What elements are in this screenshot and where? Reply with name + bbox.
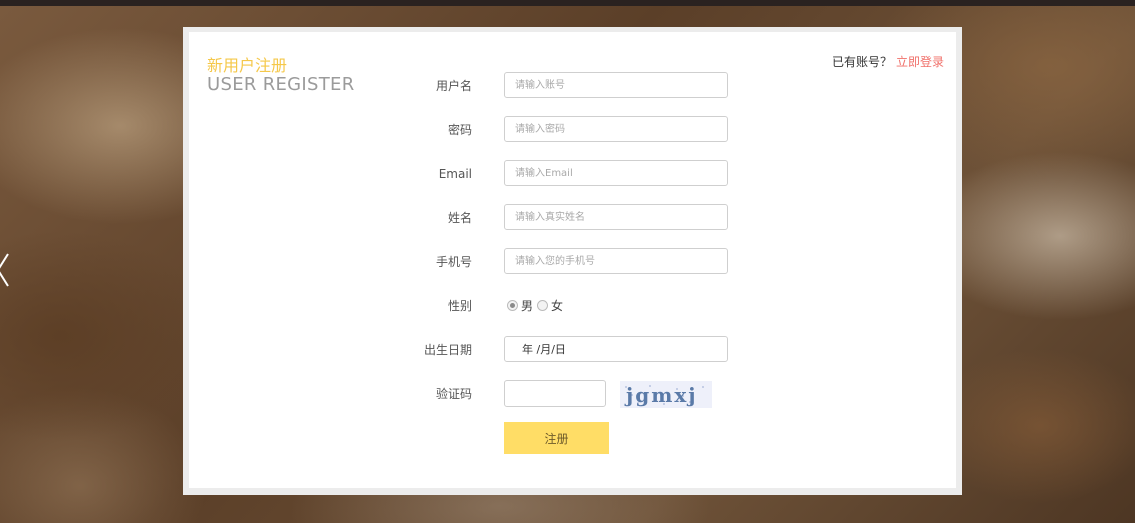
chevron-left-icon	[0, 253, 9, 287]
name-input[interactable]	[504, 204, 728, 230]
captcha-row: 验证码 jgmxj	[189, 380, 956, 408]
username-input[interactable]	[504, 72, 728, 98]
phone-label: 手机号	[435, 255, 472, 269]
captcha-input[interactable]	[504, 380, 606, 407]
captcha-image[interactable]: jgmxj	[620, 381, 712, 408]
password-label: 密码	[447, 123, 472, 137]
email-label: Email	[438, 167, 472, 181]
login-hint: 已有账号？ 立即登录	[832, 53, 944, 70]
name-row: 姓名	[189, 204, 956, 232]
email-input[interactable]	[504, 160, 728, 186]
register-card: 新用户注册 USER REGISTER 已有账号？立即登录 用户名 密码 Ema…	[189, 32, 956, 488]
login-link[interactable]: 立即登录	[896, 55, 944, 69]
slide-prev-button[interactable]	[0, 252, 12, 288]
gender-row: 性别 男女	[189, 292, 956, 320]
birthday-label: 出生日期	[423, 343, 472, 357]
gender-male-radio[interactable]	[507, 300, 518, 311]
name-label: 姓名	[447, 211, 472, 225]
birthday-row: 出生日期 年 /月/日	[189, 336, 956, 364]
gender-male-label[interactable]: 男	[521, 299, 533, 313]
have-account-text: 已有账号？	[831, 55, 892, 69]
phone-row: 手机号	[189, 248, 956, 276]
register-submit-button[interactable]: 注册	[504, 422, 609, 454]
email-row: Email	[189, 160, 956, 188]
password-row: 密码	[189, 116, 956, 144]
birthday-date-input[interactable]: 年 /月/日	[504, 336, 728, 362]
register-card-frame: 新用户注册 USER REGISTER 已有账号？立即登录 用户名 密码 Ema…	[183, 27, 962, 495]
username-label: 用户名	[435, 79, 472, 93]
gender-female-label[interactable]: 女	[551, 299, 563, 313]
username-row: 用户名	[189, 72, 956, 100]
captcha-text: jgmxj	[626, 383, 698, 407]
gender-radio-group: 男女	[507, 297, 567, 315]
password-input[interactable]	[504, 116, 728, 142]
gender-female-radio[interactable]	[537, 300, 549, 311]
phone-input[interactable]	[504, 248, 728, 274]
captcha-label: 验证码	[435, 387, 472, 401]
gender-label: 性别	[447, 299, 472, 313]
